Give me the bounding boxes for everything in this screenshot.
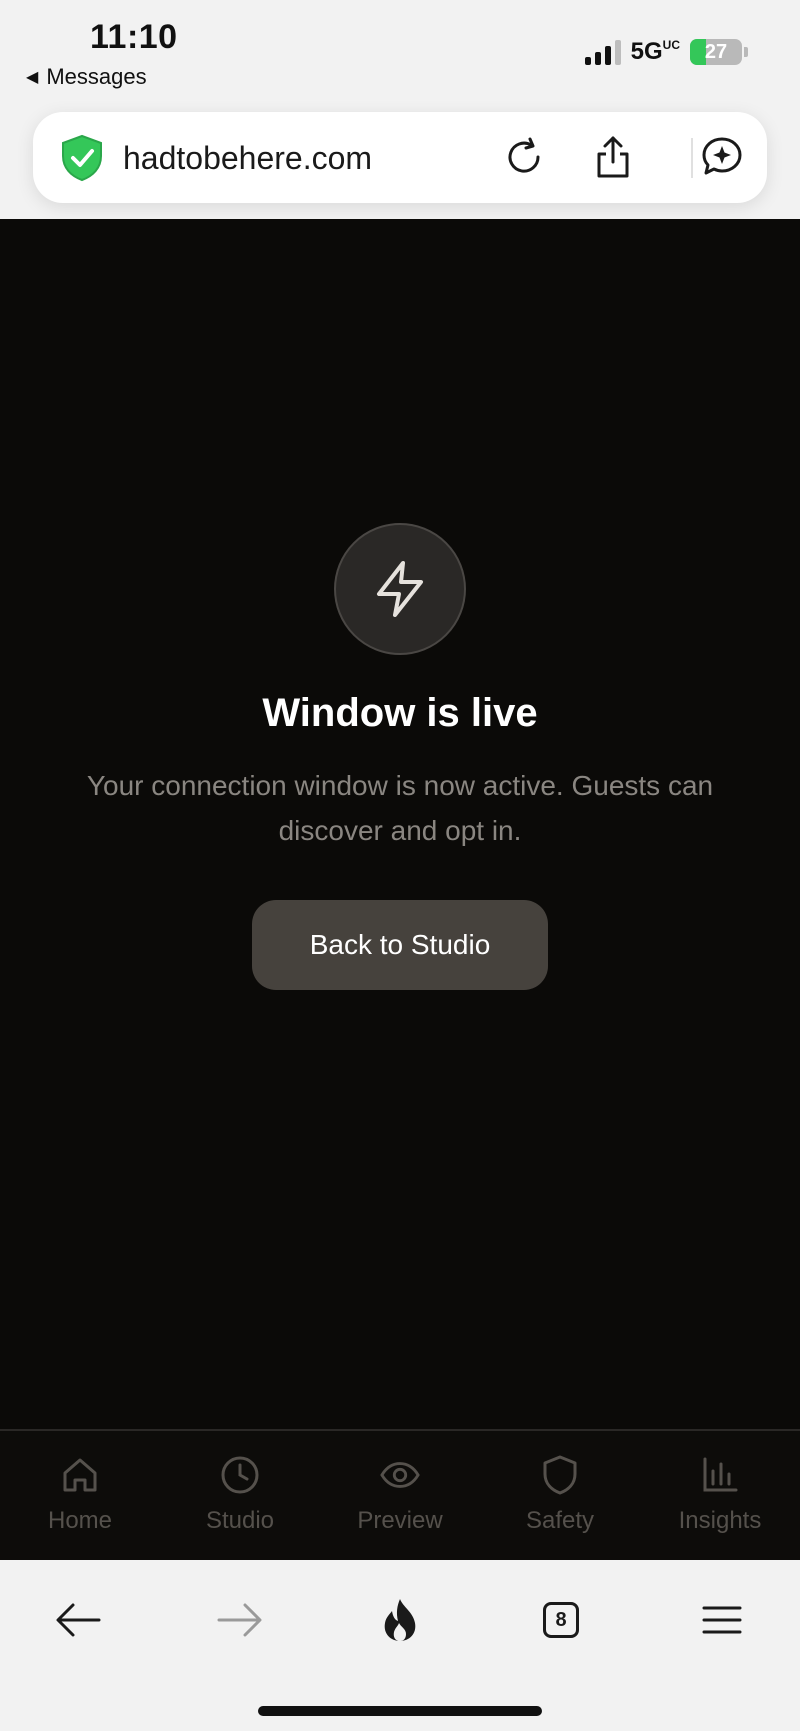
page-subtitle: Your connection window is now active. Gu… [86, 770, 714, 846]
ai-chat-button[interactable] [699, 134, 745, 180]
back-triangle-icon: ◀ [26, 69, 39, 86]
status-bar: 11:10 ◀ Messages 5GUC 27 [0, 0, 800, 100]
cellular-signal-icon [584, 39, 621, 65]
page-content: Window is live Your connection window is… [0, 219, 800, 1429]
browser-back-button[interactable] [50, 1592, 106, 1648]
status-indicators: 5GUC 27 [584, 38, 748, 66]
back-to-studio-button[interactable]: Back to Studio [252, 900, 548, 990]
browser-menu-button[interactable] [694, 1592, 750, 1648]
tab-studio-label: Studio [205, 1507, 275, 1534]
browser-tabs-button[interactable]: 8 [533, 1592, 589, 1648]
url-domain[interactable]: hadtobehere.com [123, 140, 372, 177]
bar-chart-icon [700, 1455, 740, 1495]
tab-safety[interactable]: Safety [480, 1431, 640, 1560]
lightning-bolt-icon [377, 561, 423, 617]
reload-icon [508, 137, 540, 173]
page-title: Window is live [262, 691, 538, 735]
back-to-app-link[interactable]: ◀ Messages [26, 64, 147, 90]
battery-cap [744, 47, 748, 57]
back-app-label: Messages [46, 64, 147, 89]
browser-home-button[interactable] [372, 1592, 428, 1648]
browser-forward-button[interactable] [212, 1592, 268, 1648]
browser-toolbar: 8 [0, 1560, 800, 1731]
tab-home[interactable]: Home [0, 1431, 160, 1560]
url-bar-divider [691, 138, 693, 178]
arrow-right-icon [217, 1603, 262, 1637]
status-time: 11:10 [90, 18, 178, 56]
hamburger-menu-icon [702, 1606, 742, 1634]
tab-home-label: Home [47, 1507, 113, 1534]
network-type: 5GUC [630, 38, 680, 65]
eye-icon [380, 1455, 420, 1495]
home-icon [60, 1455, 100, 1495]
tab-preview-label: Preview [357, 1507, 443, 1534]
share-button[interactable] [590, 134, 636, 180]
shield-icon [540, 1455, 580, 1495]
share-icon [597, 136, 629, 178]
app-tab-bar: Home Studio Preview Safety Insights [0, 1429, 800, 1560]
home-indicator[interactable] [258, 1706, 542, 1716]
flame-icon [384, 1599, 416, 1641]
secure-shield-icon [62, 134, 102, 182]
battery-level: 27 [704, 40, 728, 63]
tab-safety-label: Safety [525, 1507, 595, 1534]
tab-insights-label: Insights [678, 1507, 762, 1534]
tab-studio[interactable]: Studio [160, 1431, 320, 1560]
tab-count-badge: 8 [543, 1602, 579, 1638]
clock-icon [220, 1455, 260, 1495]
tab-insights[interactable]: Insights [640, 1431, 800, 1560]
reload-button[interactable] [501, 134, 547, 180]
arrow-left-icon [56, 1603, 101, 1637]
phone-screen: 11:10 ◀ Messages 5GUC 27 hadtobehere.com [0, 0, 800, 1731]
tab-preview[interactable]: Preview [320, 1431, 480, 1560]
status-icon-circle [334, 523, 466, 655]
battery-icon: 27 [690, 39, 742, 65]
sparkle-chat-icon [702, 137, 742, 175]
address-bar[interactable]: hadtobehere.com [33, 112, 767, 203]
